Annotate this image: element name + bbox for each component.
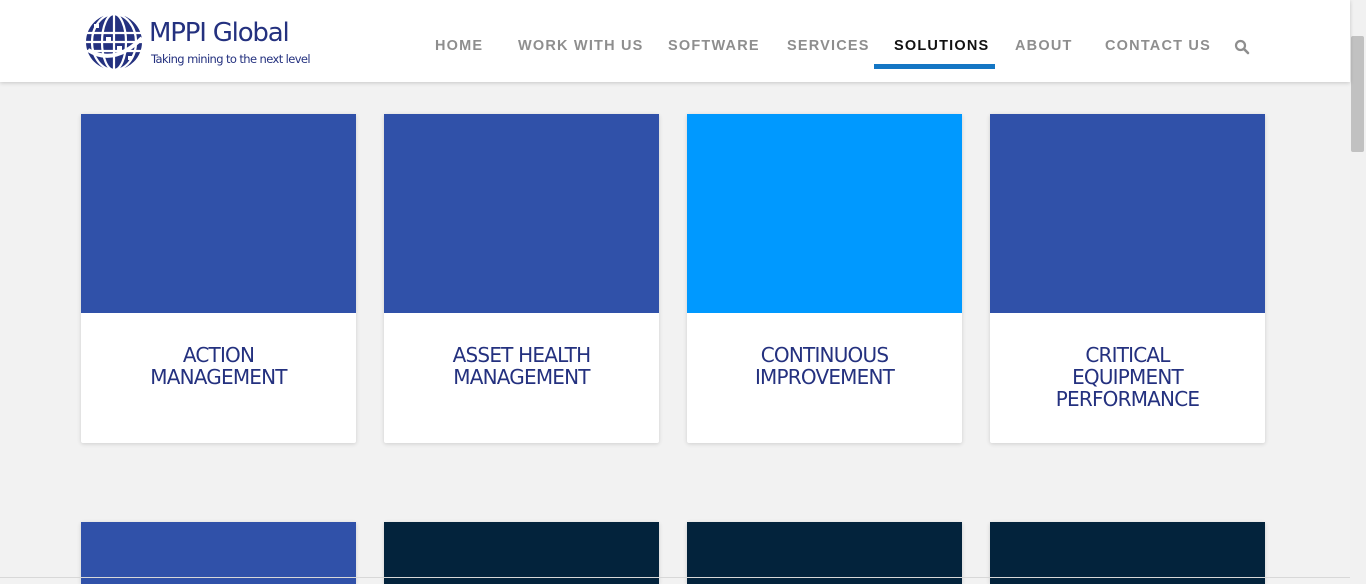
card-title-line: MANAGEMENT: [453, 365, 590, 389]
card-image: [990, 522, 1265, 584]
solution-card[interactable]: [687, 522, 962, 584]
solution-card[interactable]: [990, 522, 1265, 584]
card-title-line: ACTION: [182, 343, 255, 367]
viewport-edge: [0, 577, 1350, 578]
globe-logo-icon: [86, 12, 144, 72]
card-title-line: ASSET HEALTH: [452, 343, 591, 367]
card-image: [687, 114, 962, 313]
search-icon[interactable]: [1234, 39, 1250, 55]
nav-solutions[interactable]: SOLUTIONS: [894, 38, 989, 54]
scrollbar-thumb[interactable]: [1351, 36, 1364, 152]
nav-contact-us[interactable]: CONTACT US: [1105, 38, 1211, 54]
nav-work-with-us[interactable]: WORK WITH US: [518, 38, 644, 54]
site-header: MPPI Global Taking mining to the next le…: [0, 0, 1350, 82]
nav-home[interactable]: HOME: [435, 38, 483, 54]
card-image: [81, 114, 356, 313]
card-image: [990, 114, 1265, 313]
card-title-line: PERFORMANCE: [1055, 387, 1200, 411]
nav-about[interactable]: ABOUT: [1015, 38, 1073, 54]
active-nav-indicator: [874, 64, 995, 69]
solution-card-asset-health-management[interactable]: ASSET HEALTH MANAGEMENT: [384, 114, 659, 443]
card-image: [687, 522, 962, 584]
brand-tagline: Taking mining to the next level: [151, 52, 311, 66]
nav-software[interactable]: SOFTWARE: [668, 38, 760, 54]
solution-card-critical-equipment-performance[interactable]: CRITICAL EQUIPMENT PERFORMANCE: [990, 114, 1265, 443]
card-title: CRITICAL EQUIPMENT PERFORMANCE: [990, 344, 1265, 410]
nav-services[interactable]: SERVICES: [787, 38, 870, 54]
card-image: [81, 522, 356, 584]
card-image: [384, 114, 659, 313]
card-title-line: EQUIPMENT: [1072, 365, 1184, 389]
card-title-line: MANAGEMENT: [150, 365, 287, 389]
card-title: CONTINUOUS IMPROVEMENT: [687, 344, 962, 388]
card-image: [384, 522, 659, 584]
brand-name: MPPI Global: [149, 18, 290, 48]
card-title-line: IMPROVEMENT: [754, 365, 895, 389]
solution-card[interactable]: [384, 522, 659, 584]
card-title-line: CRITICAL: [1085, 343, 1170, 367]
solution-card-action-management[interactable]: ACTION MANAGEMENT: [81, 114, 356, 443]
site-logo[interactable]: MPPI Global Taking mining to the next le…: [84, 12, 314, 72]
solution-card-continuous-improvement[interactable]: CONTINUOUS IMPROVEMENT: [687, 114, 962, 443]
solution-card[interactable]: [81, 522, 356, 584]
card-title-line: CONTINUOUS: [760, 343, 889, 367]
card-title: ACTION MANAGEMENT: [81, 344, 356, 388]
card-title: ASSET HEALTH MANAGEMENT: [384, 344, 659, 388]
